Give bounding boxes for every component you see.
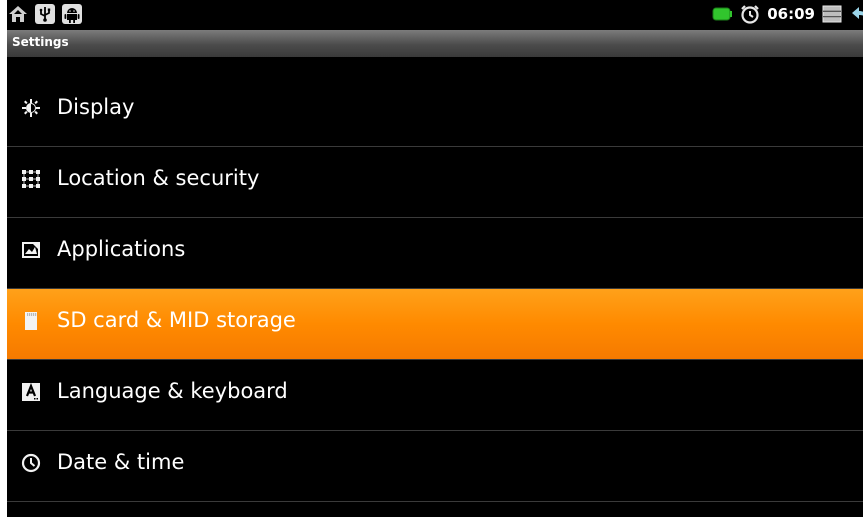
settings-item-label: Location & security xyxy=(57,166,260,190)
keyboard-icon xyxy=(21,382,41,402)
status-bar-right: 06:09 xyxy=(711,3,863,25)
settings-item-label: SD card & MID storage xyxy=(57,308,296,332)
settings-item-applications[interactable]: Applications xyxy=(7,218,863,289)
brightness-icon xyxy=(21,98,41,118)
sd-card-icon xyxy=(21,311,41,331)
settings-item-location-security[interactable]: Location & security xyxy=(7,147,863,218)
android-screen: 06:09 Settings Display Location & securi… xyxy=(7,0,863,517)
settings-item-language-keyboard[interactable]: Language & keyboard xyxy=(7,360,863,431)
settings-item-date-time[interactable]: Date & time xyxy=(7,431,863,502)
usb-icon xyxy=(34,3,56,25)
status-clock: 06:09 xyxy=(767,5,815,23)
settings-item-label: Date & time xyxy=(57,450,185,474)
settings-item-sd-card-storage[interactable]: SD card & MID storage xyxy=(7,289,863,360)
back-icon[interactable] xyxy=(849,3,863,25)
battery-icon xyxy=(711,3,733,25)
applications-icon xyxy=(21,240,41,260)
settings-item-label: Display xyxy=(57,95,135,119)
settings-item-label: Applications xyxy=(57,237,186,261)
settings-item-label: Language & keyboard xyxy=(57,379,288,403)
settings-list: Display Location & security Applications… xyxy=(7,76,863,502)
home-icon xyxy=(7,3,29,25)
page-title: Settings xyxy=(12,35,69,49)
alarm-icon xyxy=(739,3,761,25)
title-bar: Settings xyxy=(7,30,863,57)
android-icon xyxy=(61,3,83,25)
lock-pattern-icon xyxy=(21,169,41,189)
status-bar-left xyxy=(7,3,83,25)
status-bar: 06:09 xyxy=(7,0,863,30)
menu-icon[interactable] xyxy=(821,3,843,25)
clock-icon xyxy=(21,453,41,473)
settings-item-display[interactable]: Display xyxy=(7,76,863,147)
